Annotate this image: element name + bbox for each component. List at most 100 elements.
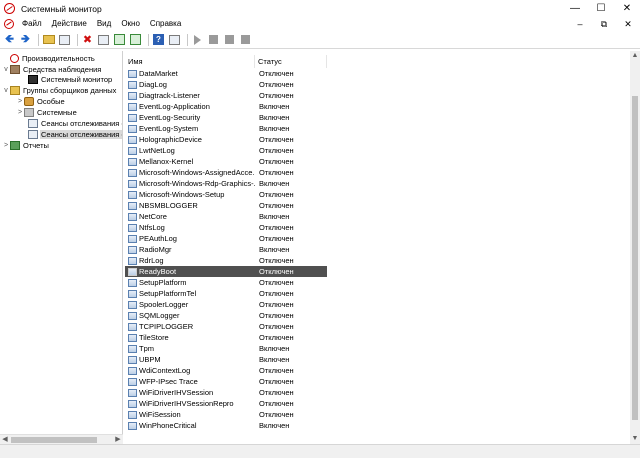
row-name-cell: DataMarket (125, 69, 255, 78)
table-row[interactable]: ReadyBoot Отключен (125, 266, 327, 277)
tree-expander[interactable]: v (2, 87, 10, 94)
toolbar-separator (187, 33, 188, 46)
close-button[interactable]: ✕ (614, 0, 640, 17)
results-pane[interactable]: Имя Статус DataMarket Отключен DiagLog Откл… (125, 51, 640, 444)
show-hide-tree-icon[interactable] (58, 33, 71, 46)
session-name: Diagtrack-Listener (139, 91, 200, 100)
menu-file[interactable]: Файл (17, 17, 47, 31)
trace-session-icon (128, 234, 137, 243)
tree-item-startup-trace-sessions[interactable]: Сеансы отслеживания с (20, 129, 122, 139)
session-name: SQMLogger (139, 311, 180, 320)
tree-item-event-trace-sessions[interactable]: Сеансы отслеживания с (20, 118, 122, 128)
row-name-cell: TileStore (125, 333, 255, 342)
monitoring-tools-icon (10, 64, 20, 74)
up-folder-icon[interactable] (42, 33, 55, 46)
session-status: Отключен (259, 311, 294, 320)
mdi-minimize-button[interactable]: – (568, 17, 592, 31)
table-row[interactable]: DataMarket Отключен (125, 68, 327, 79)
maximize-button[interactable]: ☐ (588, 0, 614, 17)
table-row[interactable]: LwtNetLog Отключен (125, 145, 327, 156)
table-row[interactable]: WdiContextLog Отключен (125, 365, 327, 376)
tree-expander[interactable]: > (16, 109, 24, 116)
table-row[interactable]: SQMLogger Отключен (125, 310, 327, 321)
table-row[interactable]: RdrLog Отключен (125, 255, 327, 266)
table-row[interactable]: Diagtrack-Listener Отключен (125, 90, 327, 101)
menu-bar: Файл Действие Вид Окно Справка – ⧉ ✕ (0, 17, 640, 31)
table-row[interactable]: Mellanox-Kernel Отключен (125, 156, 327, 167)
tree-item-system-monitor[interactable]: Системный монитор (20, 74, 113, 84)
table-row[interactable]: SetupPlatformTel Отключен (125, 288, 327, 299)
table-row[interactable]: Microsoft-Windows-AssignedAcce... Отключе… (125, 167, 327, 178)
tree-item-reports[interactable]: > Отчеты (2, 140, 50, 150)
scrollbar-thumb[interactable] (11, 437, 97, 443)
tree-item-system[interactable]: > Системные (16, 107, 78, 117)
menu-window[interactable]: Окно (116, 17, 145, 31)
stop-all-icon[interactable] (239, 33, 252, 46)
column-header-status[interactable]: Статус (255, 55, 327, 68)
table-row[interactable]: NtfsLog Отключен (125, 222, 327, 233)
table-row[interactable]: TCPIPLOGGER Отключен (125, 321, 327, 332)
menu-help[interactable]: Справка (145, 17, 186, 31)
tree-expander[interactable]: > (16, 98, 24, 105)
list-vertical-scrollbar[interactable]: ▲ ▼ (630, 51, 640, 444)
session-name: TileStore (139, 333, 169, 342)
table-row[interactable]: WinPhoneCritical Включен (125, 420, 327, 431)
table-row[interactable]: DiagLog Отключен (125, 79, 327, 90)
start-icon[interactable] (191, 33, 204, 46)
minimize-button[interactable]: — (562, 0, 588, 17)
table-row[interactable]: SetupPlatform Отключен (125, 277, 327, 288)
menu-action[interactable]: Действие (47, 17, 92, 31)
table-row[interactable]: WiFiDriverIHVSession Отключен (125, 387, 327, 398)
table-row[interactable]: HolographicDevice Отключен (125, 134, 327, 145)
stop-icon[interactable] (207, 33, 220, 46)
mdi-restore-button[interactable]: ⧉ (592, 17, 616, 31)
column-header-name[interactable]: Имя (125, 55, 255, 68)
show-console-tree-icon[interactable] (168, 33, 181, 46)
console-tree[interactable]: Производительность v Средства наблюдения… (0, 51, 123, 444)
table-row[interactable]: WiFiDriverIHVSessionRepro Отключен (125, 398, 327, 409)
session-name: SetupPlatform (139, 278, 187, 287)
table-row[interactable]: TileStore Отключен (125, 332, 327, 343)
menu-view[interactable]: Вид (92, 17, 116, 31)
trace-session-icon (128, 80, 137, 89)
mdi-close-button[interactable]: ✕ (616, 17, 640, 31)
mmc-system-menu-icon[interactable] (4, 19, 14, 29)
table-row[interactable]: Microsoft-Windows-Rdp-Graphics-... Включе… (125, 178, 327, 189)
scroll-up-icon[interactable]: ▲ (630, 51, 640, 61)
table-row[interactable]: EventLog-System Включен (125, 123, 327, 134)
row-name-cell: RdrLog (125, 256, 255, 265)
table-row[interactable]: UBPM Включен (125, 354, 327, 365)
table-row[interactable]: EventLog-Application Включен (125, 101, 327, 112)
table-row[interactable]: RadioMgr Включен (125, 244, 327, 255)
trace-session-icon (128, 124, 137, 133)
table-row[interactable]: NBSMBLOGGER Отключен (125, 200, 327, 211)
scroll-down-icon[interactable]: ▼ (630, 434, 640, 444)
table-row[interactable]: NetCore Включен (125, 211, 327, 222)
table-row[interactable]: EventLog-Security Включен (125, 112, 327, 123)
table-row[interactable]: WiFiSession Отключен (125, 409, 327, 420)
tree-item-performance[interactable]: Производительность (2, 53, 96, 63)
scrollbar-thumb[interactable] (632, 96, 638, 420)
row-name-cell: Diagtrack-Listener (125, 91, 255, 100)
refresh-icon[interactable] (113, 33, 126, 46)
table-row[interactable]: SpoolerLogger Отключен (125, 299, 327, 310)
tree-item-data-collector-sets[interactable]: v Группы сборщиков данных (2, 85, 117, 95)
tree-item-user-defined[interactable]: > Особые (16, 96, 66, 106)
trace-session-icon (128, 289, 137, 298)
row-name-cell: NetCore (125, 212, 255, 221)
tree-horizontal-scrollbar[interactable]: ◀ ▶ (0, 434, 123, 444)
table-row[interactable]: WFP-IPsec Trace Отключен (125, 376, 327, 387)
tree-expander[interactable]: v (2, 66, 10, 73)
properties-icon[interactable] (97, 33, 110, 46)
delete-icon[interactable]: ✖ (81, 33, 94, 46)
table-row[interactable]: Microsoft-Windows-Setup Отключен (125, 189, 327, 200)
tree-item-monitoring-tools[interactable]: v Средства наблюдения (2, 64, 102, 74)
new-collector-set-icon[interactable] (223, 33, 236, 46)
forward-arrow-icon[interactable]: 🡺 (19, 33, 32, 46)
help-icon[interactable]: ? (152, 33, 165, 46)
back-arrow-icon[interactable]: 🡸 (3, 33, 16, 46)
table-row[interactable]: PEAuthLog Отключен (125, 233, 327, 244)
export-list-icon[interactable] (129, 33, 142, 46)
tree-expander[interactable]: > (2, 142, 10, 149)
table-row[interactable]: Tpm Включен (125, 343, 327, 354)
